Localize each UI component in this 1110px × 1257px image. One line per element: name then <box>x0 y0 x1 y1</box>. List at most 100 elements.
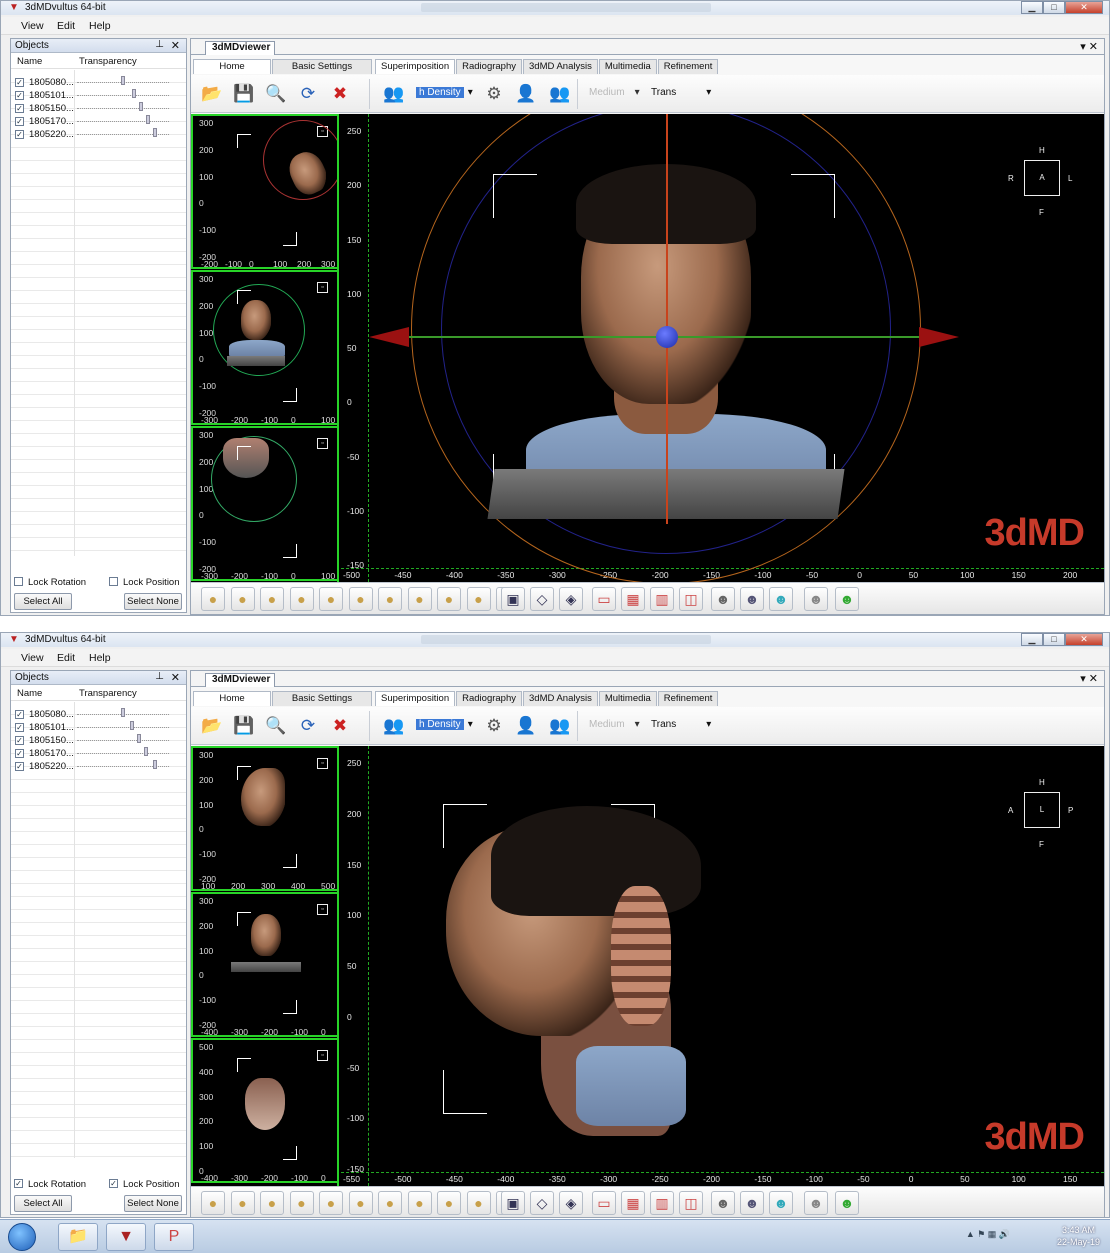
view-right-icon[interactable]: ● <box>260 1191 284 1215</box>
transparency-slider[interactable] <box>77 734 169 743</box>
transparency-slider[interactable] <box>77 708 169 717</box>
thumbnail-view-1[interactable]: 300 200 100 0 -100 -200 100 200 300 400 500 ▫ <box>191 746 339 891</box>
view-down-icon[interactable]: ● <box>407 1191 432 1215</box>
layout-four-icon[interactable]: ▦ <box>621 1191 645 1215</box>
explorer-taskbar-icon[interactable]: 📁 <box>58 1223 98 1251</box>
view-left-icon[interactable]: ● <box>230 1191 255 1215</box>
view-bottom-icon[interactable]: ● <box>319 1191 343 1215</box>
close-panel-icon[interactable]: ✕ <box>171 39 180 52</box>
menu-view[interactable]: View <box>21 20 44 32</box>
view-up-icon[interactable]: ● <box>378 1191 402 1215</box>
tab-3dmd-analysis[interactable]: 3dMD Analysis <box>523 59 598 74</box>
view-up-icon[interactable]: ● <box>378 587 402 611</box>
single-person-icon[interactable]: 👤 <box>513 713 539 739</box>
trans-dropdown[interactable]: Trans ▾ <box>651 86 711 101</box>
select-all-button[interactable]: Select All <box>14 593 72 610</box>
start-button[interactable] <box>8 1223 36 1251</box>
box-wire-icon[interactable]: ◇ <box>530 587 554 611</box>
select-all-button[interactable]: Select All <box>14 1195 72 1212</box>
object-row[interactable]: ✓ 1805170... <box>11 747 186 760</box>
orientation-cube[interactable]: AH F R L <box>1008 138 1072 218</box>
transparency-slider-thumb[interactable] <box>121 708 125 717</box>
tab-radiography[interactable]: Radiography <box>456 691 522 706</box>
view-iso-right-icon[interactable]: ● <box>466 587 491 611</box>
object-visible-checkbox[interactable]: ✓ <box>15 104 24 113</box>
mesh-blue-icon[interactable]: ☻ <box>740 1191 764 1215</box>
document-tab-3dmdviewer[interactable]: 3dMDviewer <box>205 673 275 687</box>
object-visible-checkbox[interactable]: ✓ <box>15 710 24 719</box>
person-green-icon[interactable]: ☻ <box>835 1191 859 1215</box>
view-iso-right-icon[interactable]: ● <box>466 1191 491 1215</box>
thumbnail-view-3[interactable]: 500 400 300 200 100 0 -400 -300 -200 -100 0 ▫ <box>191 1038 339 1183</box>
tab-menu-close-icon[interactable]: ▾ ✕ <box>1080 672 1098 685</box>
lock-rotation-checkbox[interactable] <box>14 577 23 586</box>
transparency-slider[interactable] <box>77 89 169 98</box>
settings-icon[interactable]: ⚙ <box>481 713 507 739</box>
person-green-icon[interactable]: ☻ <box>835 587 859 611</box>
object-visible-checkbox[interactable]: ✓ <box>15 736 24 745</box>
texture-icon[interactable]: ◈ <box>559 1191 583 1215</box>
object-visible-checkbox[interactable]: ✓ <box>15 117 24 126</box>
transparency-slider-thumb[interactable] <box>137 734 141 743</box>
menu-edit[interactable]: Edit <box>57 652 75 664</box>
object-row[interactable]: ✓ 1805220... <box>11 760 186 773</box>
tab-home[interactable]: Home <box>193 59 271 74</box>
view-back-icon[interactable]: ● <box>348 587 373 611</box>
open-folder-icon[interactable]: 📂 <box>199 713 225 739</box>
mesh-cyan-icon[interactable]: ☻ <box>769 1191 793 1215</box>
lock-rotation-checkbox[interactable]: ✓ <box>14 1179 23 1188</box>
lock-position-checkbox[interactable]: ✓ <box>109 1179 118 1188</box>
transparency-slider[interactable] <box>77 747 169 756</box>
box-solid-icon[interactable]: ▣ <box>501 1191 525 1215</box>
layout-three-icon[interactable]: ▥ <box>650 1191 674 1215</box>
density-dropdown[interactable]: h Density ▾ <box>416 718 473 733</box>
select-none-button[interactable]: Select None <box>124 1195 182 1212</box>
box-wire-icon[interactable]: ◇ <box>530 1191 554 1215</box>
tab-menu-close-icon[interactable]: ▾ ✕ <box>1080 40 1098 53</box>
transparency-slider-thumb[interactable] <box>132 89 136 98</box>
powerpoint-taskbar-icon[interactable]: P <box>154 1223 194 1251</box>
tab-radiography[interactable]: Radiography <box>456 59 522 74</box>
save-icon[interactable]: 💾 <box>231 81 257 107</box>
refresh-icon[interactable]: ⟳ <box>295 713 321 739</box>
mesh-gray-icon[interactable]: ☻ <box>711 587 735 611</box>
zoom-view-icon[interactable]: 🔍 <box>263 81 289 107</box>
object-visible-checkbox[interactable]: ✓ <box>15 91 24 100</box>
transparency-slider-thumb[interactable] <box>153 760 157 769</box>
object-row[interactable]: ✓ 1805220... <box>11 128 186 141</box>
thumbnail-view-1[interactable]: 300 200 100 0 -100 -200 -200 -100 0 100 200 300 ▫ <box>191 114 339 269</box>
object-visible-checkbox[interactable]: ✓ <box>15 78 24 87</box>
view-down-icon[interactable]: ● <box>407 587 432 611</box>
view-front-icon[interactable]: ● <box>201 1191 225 1215</box>
orientation-cube[interactable]: LH F A P <box>1008 770 1073 850</box>
layout-three-icon[interactable]: ▥ <box>650 587 674 611</box>
transparency-slider[interactable] <box>77 76 169 85</box>
density-dropdown[interactable]: h Density ▾ <box>416 86 473 101</box>
object-visible-checkbox[interactable]: ✓ <box>15 749 24 758</box>
view-right-icon[interactable]: ● <box>260 587 284 611</box>
clock[interactable]: 3:43 AM 22-May-19 <box>1057 1224 1100 1248</box>
transparency-slider[interactable] <box>77 115 169 124</box>
save-icon[interactable]: 💾 <box>231 713 257 739</box>
pin-icon[interactable]: ⊥ <box>155 39 164 50</box>
superimpose-icon[interactable]: 👥 <box>381 713 407 739</box>
view-bottom-icon[interactable]: ● <box>319 587 343 611</box>
view-back-icon[interactable]: ● <box>348 1191 373 1215</box>
view-left-icon[interactable]: ● <box>230 587 255 611</box>
tab-refinement[interactable]: Refinement <box>657 691 719 706</box>
mesh-gray-icon[interactable]: ☻ <box>711 1191 735 1215</box>
object-row[interactable]: ✓ 1805150... <box>11 102 186 115</box>
object-row[interactable]: ✓ 1805150... <box>11 734 186 747</box>
tab-superimposition[interactable]: Superimposition <box>375 691 456 706</box>
3d-viewport[interactable]: 300 200 100 0 -100 -200 -200 -100 0 100 200 300 ▫ 300… <box>191 114 1104 582</box>
object-visible-checkbox[interactable]: ✓ <box>15 723 24 732</box>
object-visible-checkbox[interactable]: ✓ <box>15 762 24 771</box>
layout-two-icon[interactable]: ◫ <box>679 587 703 611</box>
maximize-button[interactable]: □ <box>1043 1 1065 14</box>
transparency-slider[interactable] <box>77 760 169 769</box>
transparency-slider-thumb[interactable] <box>146 115 150 124</box>
view-top-icon[interactable]: ● <box>289 587 314 611</box>
maximize-button[interactable]: □ <box>1043 633 1065 646</box>
mesh-cyan-icon[interactable]: ☻ <box>769 587 793 611</box>
transparency-slider-thumb[interactable] <box>144 747 148 756</box>
